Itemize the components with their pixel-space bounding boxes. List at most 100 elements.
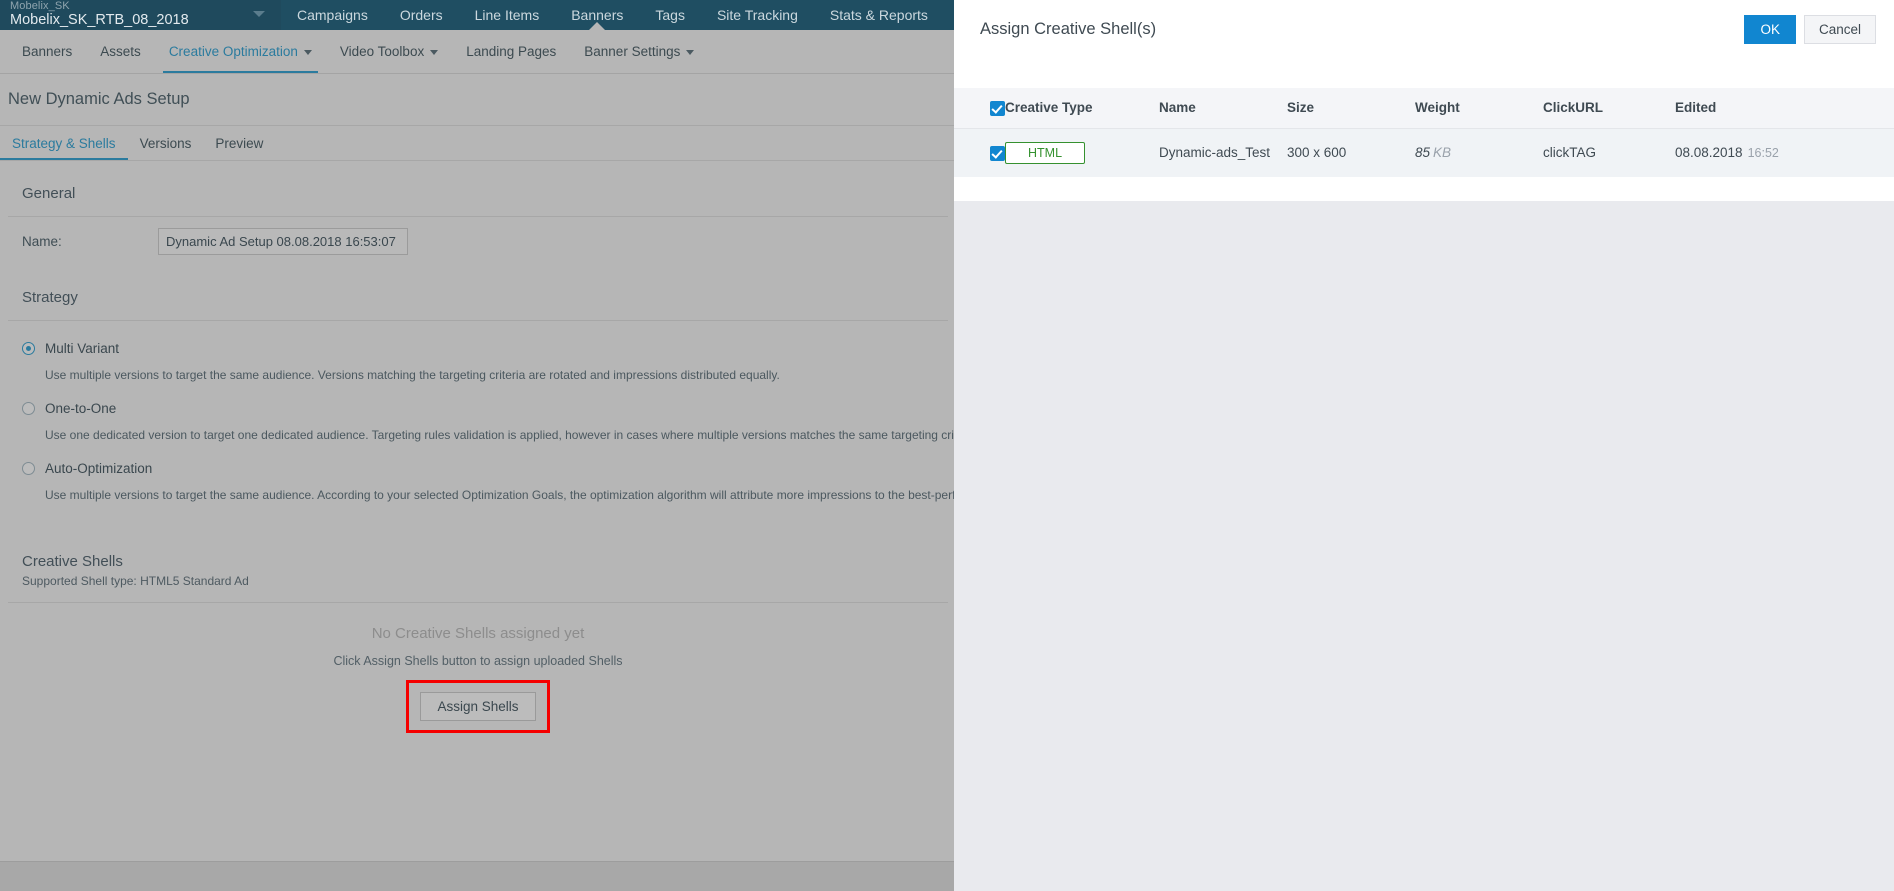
select-all-header[interactable] (954, 88, 1005, 129)
weight-unit: KB (1433, 145, 1452, 161)
select-all-checkbox[interactable] (990, 100, 1005, 116)
column-name[interactable]: Name (1159, 88, 1287, 129)
top-nav-orders[interactable]: Orders (384, 0, 459, 30)
modal-cancel-button[interactable]: Cancel (1803, 14, 1876, 44)
chevron-down-icon (303, 49, 312, 55)
radio-auto-optimization[interactable] (22, 461, 35, 475)
radio-label-one-to-one: One-to-One (45, 400, 117, 416)
radio-multi-variant[interactable] (22, 341, 35, 355)
empty-state-title: No Creative Shells assigned yet (371, 625, 585, 642)
page-header: New Dynamic Ads Setup (0, 74, 954, 126)
sub-navigation-bar: Banners Assets Creative Optimization Vid… (0, 30, 954, 74)
page-title: New Dynamic Ads Setup (8, 90, 190, 108)
radio-one-to-one[interactable] (22, 401, 35, 415)
strategy-option-multi-variant[interactable]: Multi Variant Use multiple versions to t… (22, 335, 934, 383)
radio-desc-auto-optimization: Use multiple versions to target the same… (45, 488, 954, 502)
edited-time: 16:52 (1747, 146, 1779, 161)
creative-shells-title: Creative Shells (22, 553, 123, 570)
name-form-row: Name: (8, 217, 948, 265)
subnav-creative-optimization[interactable]: Creative Optimization (155, 30, 326, 73)
modal-body: Creative Type Name Size Weight ClickURL … (954, 58, 1894, 201)
subnav-landing-pages[interactable]: Landing Pages (452, 30, 570, 73)
subnav-assets[interactable]: Assets (86, 30, 155, 73)
row-checkbox[interactable] (990, 145, 1005, 161)
column-creative-type[interactable]: Creative Type (1005, 88, 1159, 129)
subnav-banner-settings[interactable]: Banner Settings (570, 30, 708, 73)
tab-versions[interactable]: Versions (128, 136, 204, 160)
chevron-down-icon[interactable] (253, 11, 265, 17)
subnav-banners[interactable]: Banners (8, 30, 86, 73)
creative-shells-section: Creative Shells Supported Shell type: HT… (8, 539, 948, 759)
strategy-option-auto-optimization[interactable]: Auto-Optimization Use multiple versions … (22, 455, 954, 503)
radio-label-auto-optimization: Auto-Optimization (45, 460, 153, 476)
assign-creative-shells-modal: Assign Creative Shell(s) OK Cancel Creat… (954, 0, 1894, 891)
radio-line-multi-variant[interactable]: Multi Variant (22, 335, 934, 361)
strategy-options: Multi Variant Use multiple versions to t… (8, 321, 954, 529)
modal-header: Assign Creative Shell(s) OK Cancel (954, 0, 1894, 58)
top-nav-stats-reports[interactable]: Stats & Reports (814, 0, 944, 30)
assign-shells-button[interactable]: Assign Shells (420, 692, 536, 721)
column-clickurl[interactable]: ClickURL (1543, 88, 1675, 129)
assign-shells-highlight-box: Assign Shells (406, 680, 550, 733)
tab-preview[interactable]: Preview (203, 136, 275, 160)
account-selector[interactable]: Mobelix_SK Mobelix_SK_RTB_08_2018 (0, 0, 281, 30)
column-weight[interactable]: Weight (1415, 88, 1543, 129)
strategy-option-one-to-one[interactable]: One-to-One Use one dedicated version to … (22, 395, 954, 443)
top-nav-site-tracking[interactable]: Site Tracking (701, 0, 814, 30)
table-header-row: Creative Type Name Size Weight ClickURL … (954, 88, 1894, 129)
radio-desc-one-to-one: Use one dedicated version to target one … (45, 428, 954, 442)
chevron-down-icon (430, 49, 439, 55)
strategy-section-header: Strategy (8, 275, 948, 321)
account-name-label: Mobelix_SK_RTB_08_2018 (10, 12, 189, 28)
strategy-section: Strategy Multi Variant Use multiple vers… (8, 275, 954, 529)
cell-creative-type: HTML (1005, 128, 1159, 177)
modal-title: Assign Creative Shell(s) (980, 19, 1157, 38)
account-small-label: Mobelix_SK (10, 0, 70, 12)
row-select-cell[interactable] (954, 128, 1005, 177)
bottom-strip (0, 861, 954, 891)
tab-strategy-shells[interactable]: Strategy & Shells (0, 136, 128, 160)
strategy-section-title: Strategy (22, 289, 78, 306)
creative-shells-empty-state: No Creative Shells assigned yet Click As… (8, 603, 948, 759)
creative-shells-header: Creative Shells Supported Shell type: HT… (8, 539, 948, 603)
chevron-down-icon (686, 49, 695, 55)
modal-ok-button[interactable]: OK (1744, 14, 1796, 44)
empty-state-subtitle: Click Assign Shells button to assign upl… (333, 654, 623, 668)
top-navigation-bar: Mobelix_SK Mobelix_SK_RTB_08_2018 Campai… (0, 0, 954, 30)
radio-label-multi-variant: Multi Variant (45, 340, 120, 356)
table-row[interactable]: HTML Dynamic-ads_Test 300 x 600 85 KB cli… (954, 128, 1894, 177)
general-section-header: General (8, 171, 948, 217)
top-nav-items: Campaigns Orders Line Items Banners Tags… (281, 0, 954, 30)
top-nav-campaigns[interactable]: Campaigns (281, 0, 384, 30)
column-edited[interactable]: Edited (1675, 88, 1894, 129)
general-section: General Name: (8, 171, 948, 265)
table-header: Creative Type Name Size Weight ClickURL … (954, 88, 1894, 129)
creative-type-badge: HTML (1005, 141, 1086, 164)
top-nav-banners[interactable]: Banners (555, 0, 639, 30)
subnav-banner-settings-label: Banner Settings (584, 44, 681, 59)
subnav-video-toolbox[interactable]: Video Toolbox (326, 30, 452, 73)
page-tabs: Strategy & Shells Versions Preview (0, 126, 954, 161)
top-nav-line-items[interactable]: Line Items (459, 0, 556, 30)
creative-shells-supported-type: Supported Shell type: HTML5 Standard Ad (22, 574, 249, 588)
cell-weight: 85 KB (1415, 128, 1543, 177)
main-app-panel: Mobelix_SK Mobelix_SK_RTB_08_2018 Campai… (0, 0, 954, 891)
creative-shells-table: Creative Type Name Size Weight ClickURL … (954, 88, 1894, 177)
name-input[interactable] (158, 227, 408, 255)
cell-name: Dynamic-ads_Test (1159, 128, 1287, 177)
radio-line-one-to-one[interactable]: One-to-One (22, 395, 934, 421)
app-root: Mobelix_SK Mobelix_SK_RTB_08_2018 Campai… (0, 0, 1894, 891)
column-size[interactable]: Size (1287, 88, 1415, 129)
general-section-title: General (22, 185, 76, 202)
edited-date: 08.08.2018 (1675, 145, 1743, 161)
radio-desc-multi-variant: Use multiple versions to target the same… (45, 368, 780, 382)
top-nav-tags[interactable]: Tags (639, 0, 701, 30)
name-label: Name: (22, 233, 62, 249)
cell-clickurl: clickTAG (1543, 128, 1675, 177)
cell-edited: 08.08.2018 16:52 (1675, 128, 1894, 177)
subnav-creative-optimization-label: Creative Optimization (168, 44, 298, 59)
cell-size: 300 x 600 (1287, 128, 1415, 177)
table-body: HTML Dynamic-ads_Test 300 x 600 85 KB cli… (954, 128, 1894, 177)
weight-value: 85 (1415, 145, 1431, 161)
radio-line-auto-optimization[interactable]: Auto-Optimization (22, 455, 934, 481)
